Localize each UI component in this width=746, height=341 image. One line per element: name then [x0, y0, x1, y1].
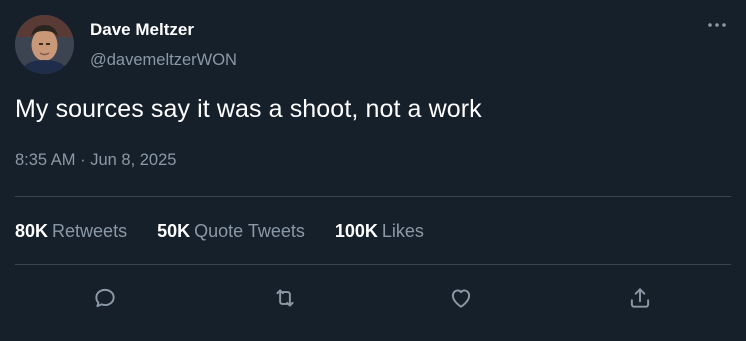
quote-tweets-label: Quote Tweets	[194, 221, 305, 241]
more-options-icon[interactable]	[706, 18, 728, 32]
heart-icon	[451, 289, 471, 308]
retweets-count: 80K	[15, 221, 49, 241]
action-bar	[0, 280, 746, 316]
retweet-icon	[276, 289, 294, 307]
engagement-stats: 80K Retweets 50K Quote Tweets 100K Likes	[15, 221, 454, 242]
tweet-timestamp[interactable]: 8:35 AM · Jun 8, 2025	[15, 151, 176, 170]
share-button[interactable]	[622, 280, 658, 316]
likes-count: 100K	[334, 221, 378, 241]
profile-photo-icon	[15, 15, 74, 74]
likes-label: Likes	[381, 221, 424, 241]
tweet-text: My sources say it was a shoot, not a wor…	[15, 95, 482, 123]
divider	[15, 264, 731, 265]
retweets-label: Retweets	[52, 221, 128, 241]
avatar[interactable]	[15, 15, 74, 74]
likes-stat[interactable]: 100K Likes	[335, 221, 424, 242]
retweets-stat[interactable]: 80K Retweets	[15, 221, 127, 242]
like-button[interactable]	[443, 280, 479, 316]
user-handle[interactable]: @davemeltzerWON	[90, 51, 237, 70]
tweet-card: Dave Meltzer @davemeltzerWON My sources …	[0, 0, 746, 341]
reply-button[interactable]	[87, 280, 123, 316]
quote-tweets-stat[interactable]: 50K Quote Tweets	[157, 221, 305, 242]
reply-icon	[95, 288, 115, 308]
display-name[interactable]: Dave Meltzer	[90, 20, 194, 40]
retweet-button[interactable]	[267, 280, 303, 316]
quote-tweets-count: 50K	[157, 221, 191, 241]
share-icon	[630, 288, 650, 308]
divider	[15, 196, 731, 197]
